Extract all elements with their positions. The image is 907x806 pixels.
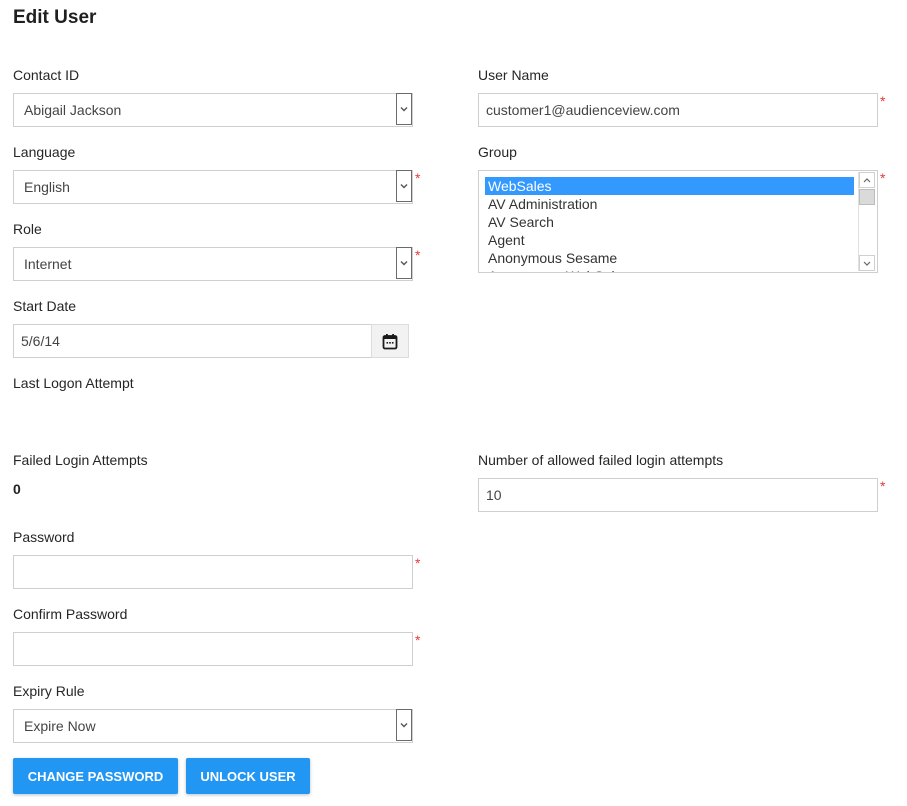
required-marker: *	[415, 247, 421, 263]
required-marker: *	[415, 555, 421, 571]
required-marker: *	[415, 632, 421, 648]
page-title: Edit User	[13, 7, 97, 28]
allowed-failed-attempts-input[interactable]: 10	[478, 478, 878, 512]
confirm-password-input[interactable]	[13, 632, 413, 666]
group-listbox[interactable]: WebSales AV Administration AV Search Age…	[478, 170, 878, 273]
password-input[interactable]	[13, 555, 413, 589]
group-label: Group	[478, 144, 517, 160]
password-label: Password	[13, 529, 75, 545]
language-label: Language	[13, 144, 76, 160]
group-option[interactable]: WebSales	[485, 177, 854, 195]
contact-id-label: Contact ID	[13, 67, 80, 83]
language-select[interactable]: English	[13, 170, 413, 204]
expiry-rule-label: Expiry Rule	[13, 683, 85, 699]
language-value: English	[24, 179, 70, 195]
contact-id-value: Abigail Jackson	[24, 102, 122, 118]
start-date-value: 5/6/14	[21, 333, 60, 349]
date-picker-button[interactable]	[371, 324, 409, 358]
unlock-user-button[interactable]: UNLOCK USER	[186, 758, 310, 794]
start-date-input[interactable]: 5/6/14	[13, 324, 372, 358]
required-marker: *	[880, 170, 886, 186]
required-marker: *	[880, 93, 886, 109]
group-option[interactable]: Anonymous WebSales	[485, 267, 854, 272]
expiry-rule-select[interactable]: Expire Now	[13, 709, 413, 743]
change-password-button[interactable]: CHANGE PASSWORD	[13, 758, 178, 794]
last-logon-attempt-label: Last Logon Attempt	[13, 375, 134, 391]
allowed-failed-attempts-value: 10	[486, 487, 502, 503]
chevron-down-icon[interactable]	[396, 709, 412, 741]
role-label: Role	[13, 221, 42, 237]
contact-id-select[interactable]: Abigail Jackson	[13, 93, 413, 127]
scroll-up-icon[interactable]	[859, 172, 875, 188]
allowed-failed-attempts-label: Number of allowed failed login attempts	[478, 452, 724, 468]
failed-login-attempts-value: 0	[13, 481, 21, 497]
group-option[interactable]: Agent	[485, 231, 854, 249]
chevron-down-icon[interactable]	[396, 247, 412, 279]
start-date-label: Start Date	[13, 298, 77, 314]
user-name-input[interactable]: customer1@audienceview.com	[478, 93, 878, 127]
group-option[interactable]: AV Administration	[485, 195, 854, 213]
scrollbar-thumb[interactable]	[859, 189, 875, 205]
confirm-password-label: Confirm Password	[13, 606, 128, 622]
scroll-down-icon[interactable]	[859, 255, 875, 271]
calendar-icon	[382, 333, 398, 349]
user-name-label: User Name	[478, 67, 549, 83]
group-option[interactable]: AV Search	[485, 213, 854, 231]
chevron-down-icon[interactable]	[396, 93, 412, 125]
required-marker: *	[880, 478, 886, 494]
user-name-value: customer1@audienceview.com	[486, 102, 680, 118]
role-select[interactable]: Internet	[13, 247, 413, 281]
role-value: Internet	[24, 256, 72, 272]
expiry-rule-value: Expire Now	[24, 718, 96, 734]
group-scrollbar[interactable]	[858, 172, 876, 271]
chevron-down-icon[interactable]	[396, 170, 412, 202]
failed-login-attempts-label: Failed Login Attempts	[13, 452, 148, 468]
required-marker: *	[415, 170, 421, 186]
group-option[interactable]: Anonymous Sesame	[485, 249, 854, 267]
